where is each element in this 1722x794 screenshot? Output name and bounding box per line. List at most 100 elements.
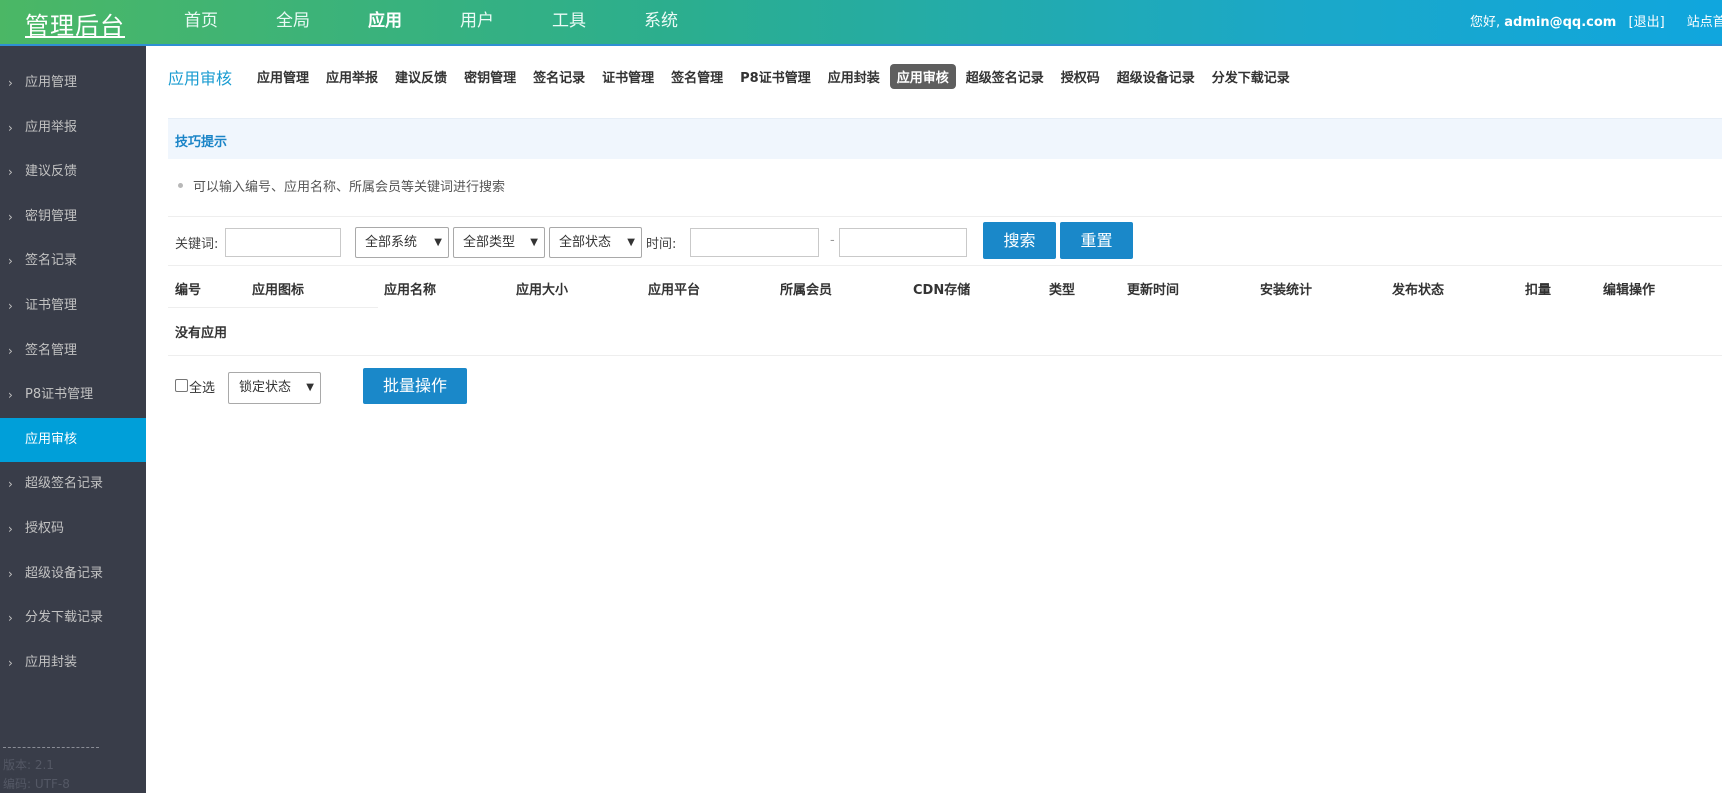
sidebar-item-label: 授权码 xyxy=(25,520,65,536)
chevron-down-icon: ▼ xyxy=(627,237,635,248)
tab-super-device[interactable]: 超级设备记录 xyxy=(1110,64,1202,89)
tab-auth-code[interactable]: 授权码 xyxy=(1054,64,1107,89)
keyword-input[interactable] xyxy=(225,228,341,257)
tab-super-sign[interactable]: 超级签名记录 xyxy=(959,64,1051,89)
user-info: 您好, admin@qq.com [退出] 站点首页 xyxy=(1470,11,1722,30)
chevron-right-icon: › xyxy=(8,165,13,180)
chevron-right-icon: › xyxy=(8,120,13,135)
sidebar-item-label: 密钥管理 xyxy=(25,208,78,224)
sidebar-item-super-device[interactable]: › 超级设备记录 xyxy=(0,552,146,597)
sidebar-item-label: 应用举报 xyxy=(25,119,78,135)
tab-app-report[interactable]: 应用举报 xyxy=(319,64,385,89)
sidebar-item-sign-records[interactable]: › 签名记录 xyxy=(0,239,146,284)
chevron-right-icon: › xyxy=(8,343,13,358)
chevron-right-icon: › xyxy=(8,477,13,492)
tab-app-package[interactable]: 应用封装 xyxy=(821,64,887,89)
sidebar-item-label: 分发下载记录 xyxy=(25,610,104,626)
tab-download-records[interactable]: 分发下载记录 xyxy=(1205,64,1297,89)
tips-header: 技巧提示 xyxy=(168,118,1722,159)
search-button[interactable]: 搜索 xyxy=(983,222,1056,259)
time-from-input[interactable] xyxy=(690,228,819,257)
sidebar-item-p8-cert[interactable]: › P8证书管理 xyxy=(0,373,146,418)
tab-sign-manage[interactable]: 签名管理 xyxy=(664,64,730,89)
tab-sign-records[interactable]: 签名记录 xyxy=(526,64,592,89)
version-text: 版本: 2.1 xyxy=(3,758,54,772)
tab-app-manage[interactable]: 应用管理 xyxy=(250,64,316,89)
nav-global[interactable]: 全局 xyxy=(247,0,339,44)
sidebar-item-label: 应用审核 xyxy=(25,431,78,447)
time-to-input[interactable] xyxy=(839,228,967,257)
sidebar: › 应用管理 › 应用举报 › 建议反馈 › 密钥管理 › 签名记录 › 证书管理 › 签名管… xyxy=(0,46,146,793)
tab-key-manage[interactable]: 密钥管理 xyxy=(457,64,523,89)
main-content: 应用审核 应用管理 应用举报 建议反馈 密钥管理 签名记录 证书管理 签名管理 … xyxy=(146,46,1722,793)
nav-home[interactable]: 首页 xyxy=(155,0,247,44)
nav-app[interactable]: 应用 xyxy=(339,0,431,44)
top-nav: 首页 全局 应用 用户 工具 系统 xyxy=(155,0,707,44)
col-install-stats: 安装统计 xyxy=(1260,283,1313,298)
site-home-link[interactable]: 站点首页 xyxy=(1687,15,1722,30)
type-select-value: 全部类型 xyxy=(463,235,516,250)
batch-bar: 全选 锁定状态 ▼ 批量操作 xyxy=(168,362,768,406)
tips-title: 技巧提示 xyxy=(175,135,228,150)
chevron-right-icon: › xyxy=(8,566,13,581)
status-select[interactable]: 全部状态 ▼ xyxy=(549,227,642,258)
batch-operate-button[interactable]: 批量操作 xyxy=(363,368,467,404)
chevron-right-icon: › xyxy=(8,254,13,269)
empty-text: 没有应用 xyxy=(175,326,228,341)
sidebar-item-app-package[interactable]: › 应用封装 xyxy=(0,641,146,686)
tip-text: 可以输入编号、应用名称、所属会员等关键词进行搜索 xyxy=(193,180,506,195)
table-row: 没有应用 xyxy=(168,308,1722,356)
sidebar-item-label: 超级签名记录 xyxy=(25,476,104,492)
select-all-checkbox[interactable] xyxy=(175,379,188,392)
nav-user[interactable]: 用户 xyxy=(431,0,523,44)
sidebar-item-label: P8证书管理 xyxy=(25,387,94,403)
tab-app-review[interactable]: 应用审核 xyxy=(889,64,956,89)
nav-tools[interactable]: 工具 xyxy=(523,0,615,44)
sidebar-item-feedback[interactable]: › 建议反馈 xyxy=(0,150,146,195)
tab-feedback[interactable]: 建议反馈 xyxy=(388,64,454,89)
sidebar-item-app-review[interactable]: 应用审核 xyxy=(0,417,146,463)
sidebar-item-app-report[interactable]: › 应用举报 xyxy=(0,106,146,151)
sidebar-item-super-sign[interactable]: › 超级签名记录 xyxy=(0,462,146,507)
sidebar-item-app-manage[interactable]: › 应用管理 xyxy=(0,61,146,106)
select-all-label[interactable]: 全选 xyxy=(189,377,215,396)
table-header: 编号 应用图标 应用名称 应用大小 应用平台 所属会员 CDN存储 类型 更新时… xyxy=(168,266,1722,308)
chevron-right-icon: › xyxy=(8,611,13,626)
sidebar-item-sign-manage[interactable]: › 签名管理 xyxy=(0,329,146,374)
col-member: 所属会员 xyxy=(780,283,833,298)
top-bar: 管理后台 首页 全局 应用 用户 工具 系统 您好, admin@qq.com … xyxy=(0,0,1722,46)
sidebar-item-download-records[interactable]: › 分发下载记录 xyxy=(0,596,146,641)
logout-link[interactable]: [退出] xyxy=(1629,15,1665,30)
tab-p8-cert[interactable]: P8证书管理 xyxy=(733,64,818,89)
type-select[interactable]: 全部类型 ▼ xyxy=(453,227,545,258)
col-app-name: 应用名称 xyxy=(384,283,437,298)
lock-select-value: 锁定状态 xyxy=(239,380,292,395)
tab-cert-manage[interactable]: 证书管理 xyxy=(595,64,661,89)
col-app-size: 应用大小 xyxy=(516,283,569,298)
reset-button[interactable]: 重置 xyxy=(1060,222,1133,259)
encoding-text: 编码: UTF-8 xyxy=(3,777,70,791)
greeting: 您好, xyxy=(1470,15,1501,30)
nav-system[interactable]: 系统 xyxy=(615,0,707,44)
keyword-label: 关键词: xyxy=(175,237,219,252)
status-select-value: 全部状态 xyxy=(559,235,612,250)
col-edit: 编辑操作 xyxy=(1603,283,1656,298)
system-select[interactable]: 全部系统 ▼ xyxy=(355,227,449,258)
col-app-platform: 应用平台 xyxy=(648,283,701,298)
system-select-value: 全部系统 xyxy=(365,235,418,250)
chevron-right-icon: › xyxy=(8,76,13,90)
user-email: admin@qq.com xyxy=(1504,15,1617,30)
sidebar-item-label: 签名记录 xyxy=(25,253,78,269)
chevron-right-icon: › xyxy=(8,521,13,536)
sidebar-item-auth-code[interactable]: › 授权码 xyxy=(0,507,146,552)
sidebar-item-key-manage[interactable]: › 密钥管理 xyxy=(0,195,146,240)
sidebar-footer: 版本: 2.1 编码: UTF-8 xyxy=(3,747,99,794)
page-title: 应用审核 xyxy=(168,68,233,88)
chevron-right-icon: › xyxy=(8,209,13,224)
sidebar-item-label: 建议反馈 xyxy=(25,164,78,180)
col-type: 类型 xyxy=(1049,283,1076,298)
logo[interactable]: 管理后台 xyxy=(25,6,125,41)
lock-status-select[interactable]: 锁定状态 ▼ xyxy=(228,372,321,404)
sidebar-item-cert-manage[interactable]: › 证书管理 xyxy=(0,284,146,329)
chevron-right-icon: › xyxy=(8,388,13,403)
